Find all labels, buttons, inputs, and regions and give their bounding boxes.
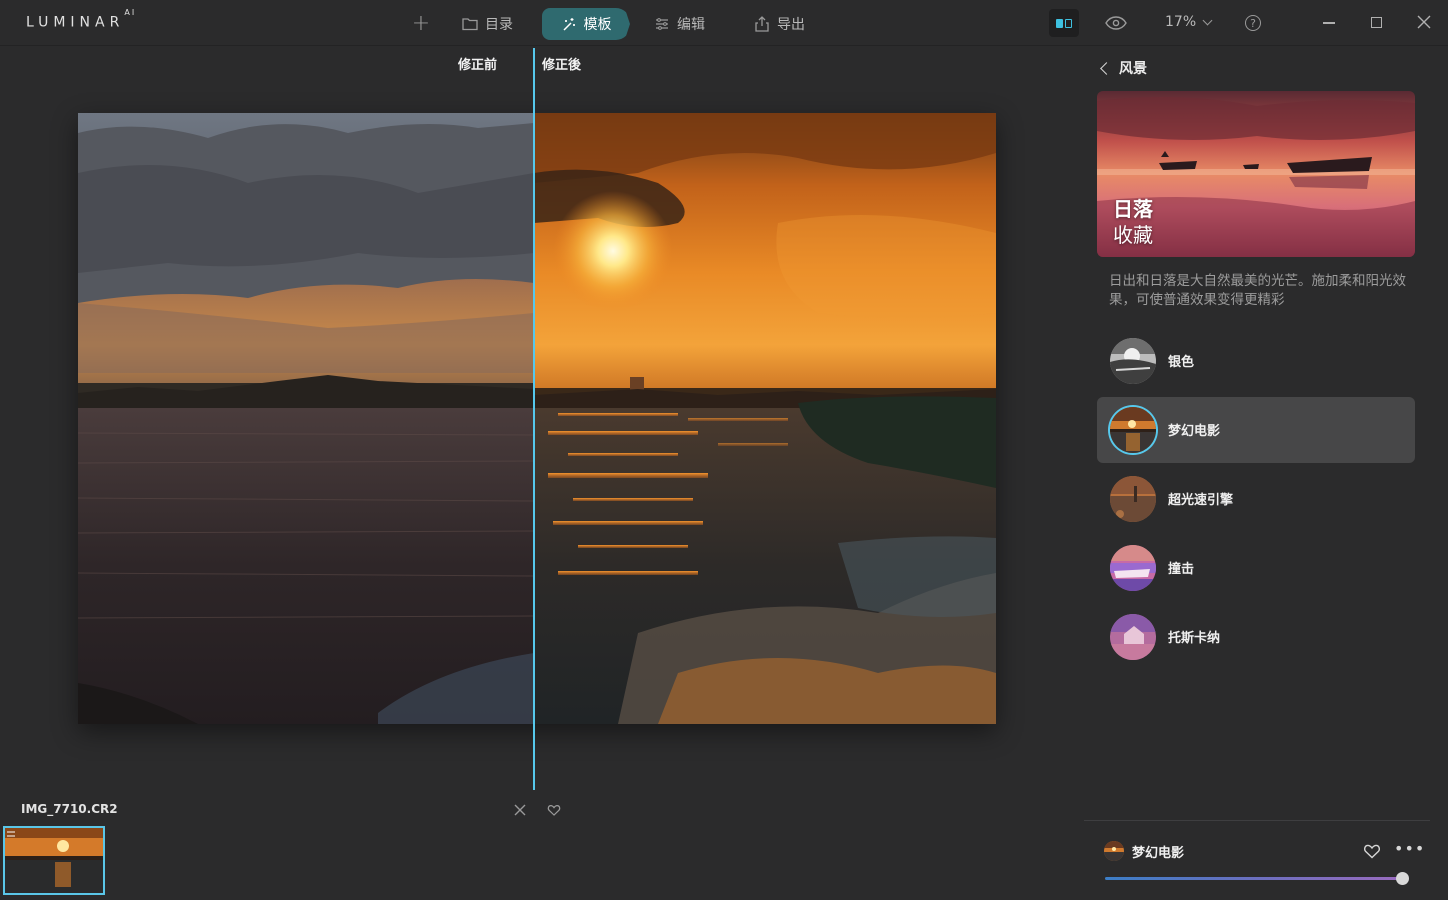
before-label: 修正前 [458, 58, 498, 73]
magic-wand-icon [561, 16, 577, 32]
image-canvas: 修正前 修正後 [0, 46, 1084, 790]
filmstrip-thumbnail[interactable] [3, 826, 105, 895]
template-list: 银色 梦幻电影 超光速引擎 撞击 托斯卡纳 [1097, 328, 1415, 673]
panel-divider [1084, 820, 1430, 821]
app-logo: LUMINARAI [26, 8, 137, 31]
template-item-impact[interactable]: 撞击 [1097, 535, 1415, 601]
template-thumbnail [1110, 338, 1156, 384]
template-item-silver[interactable]: 银色 [1097, 328, 1415, 394]
filename-label: IMG_7710.CR2 [21, 802, 118, 816]
template-name: 银色 [1168, 355, 1195, 370]
applied-template: 梦幻电影 [1104, 840, 1184, 862]
compare-toggle-button[interactable] [1049, 9, 1079, 37]
collection-subtitle: 收藏 [1113, 223, 1153, 247]
compare-right-icon [1065, 18, 1072, 28]
template-thumbnail [1110, 407, 1156, 453]
zoom-dropdown[interactable]: 17% [1165, 14, 1213, 30]
tab-templates[interactable]: 模板 [542, 8, 630, 40]
close-icon[interactable] [513, 802, 527, 816]
luminar-window: LUMINARAI + 目录 模板 编辑 导出 17% ? 修正前 修正後 IM… [0, 0, 1448, 900]
category-title: 风景 [1119, 61, 1147, 77]
tab-edit[interactable]: 编辑 [640, 8, 719, 40]
tab-export-label: 导出 [777, 17, 805, 33]
template-name: 托斯卡纳 [1168, 631, 1221, 646]
add-photos-button[interactable]: + [410, 11, 432, 36]
template-item-dreamy-cinema[interactable]: 梦幻电影 [1097, 397, 1415, 463]
share-icon [754, 16, 770, 32]
template-thumbnail [1110, 614, 1156, 660]
collection-banner: 日落 收藏 [1097, 91, 1415, 257]
template-amount-slider[interactable] [1105, 872, 1409, 885]
templates-panel: 风景 日落 收藏 日出和日落是大自然最美的光芒。施加柔和阳光效果，可使普通效果变… [1084, 46, 1448, 900]
tab-catalog[interactable]: 目录 [448, 8, 527, 40]
compare-left-icon [1056, 18, 1063, 28]
chevron-left-icon [1100, 61, 1113, 75]
folder-icon [462, 16, 478, 32]
applied-template-name: 梦幻电影 [1132, 845, 1185, 861]
help-icon[interactable]: ? [1245, 15, 1261, 31]
tab-templates-label: 模板 [583, 17, 612, 33]
back-to-category-button[interactable]: 风景 [1098, 58, 1147, 78]
tab-edit-label: 编辑 [677, 17, 705, 33]
eye-icon[interactable] [1104, 14, 1128, 32]
slider-handle[interactable] [1396, 872, 1409, 885]
collection-description: 日出和日落是大自然最美的光芒。施加柔和阳光效果，可使普通效果变得更精彩 [1109, 273, 1406, 308]
template-item-tuscany[interactable]: 托斯卡纳 [1097, 604, 1415, 670]
close-window-button[interactable] [1416, 14, 1432, 30]
template-thumbnail [1110, 545, 1156, 591]
photo-preview[interactable] [78, 113, 996, 724]
more-options-icon[interactable]: ••• [1394, 841, 1424, 859]
template-name: 超光速引擎 [1168, 493, 1234, 508]
minimize-button[interactable] [1323, 22, 1335, 24]
heart-icon[interactable] [547, 802, 561, 816]
top-bar: LUMINARAI + 目录 模板 编辑 导出 17% ? [0, 0, 1448, 46]
tab-export[interactable]: 导出 [740, 8, 819, 40]
heart-icon[interactable] [1363, 843, 1381, 859]
template-item-hyperdrive[interactable]: 超光速引擎 [1097, 466, 1415, 532]
tab-catalog-label: 目录 [485, 17, 513, 33]
before-after-divider[interactable] [533, 48, 535, 790]
maximize-button[interactable] [1371, 17, 1382, 28]
after-label: 修正後 [542, 58, 582, 73]
template-name: 撞击 [1168, 562, 1195, 577]
applied-template-thumbnail [1104, 841, 1124, 861]
filmstrip: IMG_7710.CR2 [0, 790, 1084, 900]
template-thumbnail [1110, 476, 1156, 522]
zoom-value: 17% [1165, 14, 1197, 30]
template-name: 梦幻电影 [1168, 424, 1221, 439]
collection-title: 日落 [1113, 197, 1153, 221]
chevron-down-icon [1202, 15, 1213, 25]
sliders-icon [654, 16, 670, 32]
